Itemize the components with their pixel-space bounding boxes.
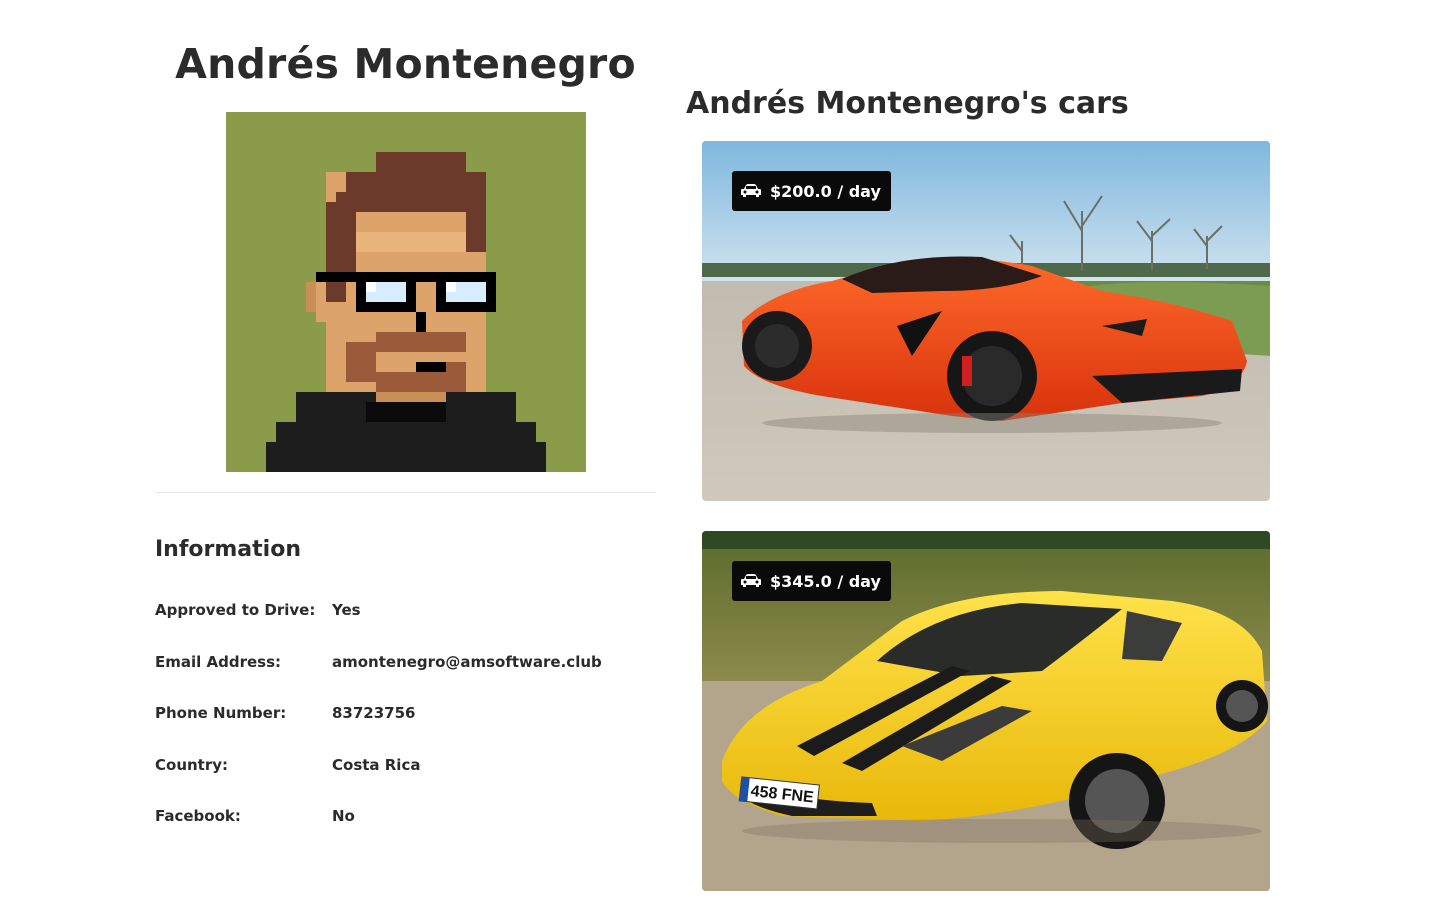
- avatar: [226, 112, 586, 472]
- price-label: $345.0 / day: [770, 571, 881, 591]
- car-card[interactable]: 458 FNE $345.0 / day: [702, 531, 1270, 891]
- price-badge: $200.0 / day: [732, 171, 891, 211]
- info-value: amontenegro@amsoftware.club: [332, 653, 602, 671]
- info-label: Approved to Drive:: [155, 601, 316, 619]
- info-row-facebook: Facebook: No: [155, 807, 656, 829]
- car-card[interactable]: $200.0 / day: [702, 141, 1270, 501]
- info-row-approved: Approved to Drive: Yes: [155, 601, 656, 623]
- info-value: Yes: [332, 601, 361, 619]
- price-label: $200.0 / day: [770, 181, 881, 201]
- pixel-avatar-image: [226, 112, 586, 472]
- car-icon: [741, 184, 761, 197]
- profile-name: Andrés Montenegro: [175, 40, 636, 88]
- cars-title: Andrés Montenegro's cars: [686, 86, 1129, 121]
- section-divider: [155, 492, 656, 493]
- price-badge: $345.0 / day: [732, 561, 891, 601]
- info-value: 83723756: [332, 704, 416, 722]
- info-label: Facebook:: [155, 807, 241, 825]
- information-title: Information: [155, 537, 301, 562]
- info-label: Phone Number:: [155, 704, 287, 722]
- car-icon: [741, 574, 761, 587]
- info-value: No: [332, 807, 355, 825]
- info-label: Email Address:: [155, 653, 282, 671]
- info-row-country: Country: Costa Rica: [155, 756, 656, 778]
- info-row-email: Email Address: amontenegro@amsoftware.cl…: [155, 653, 656, 675]
- info-row-phone: Phone Number: 83723756: [155, 704, 656, 726]
- info-value: Costa Rica: [332, 756, 421, 774]
- info-label: Country:: [155, 756, 229, 774]
